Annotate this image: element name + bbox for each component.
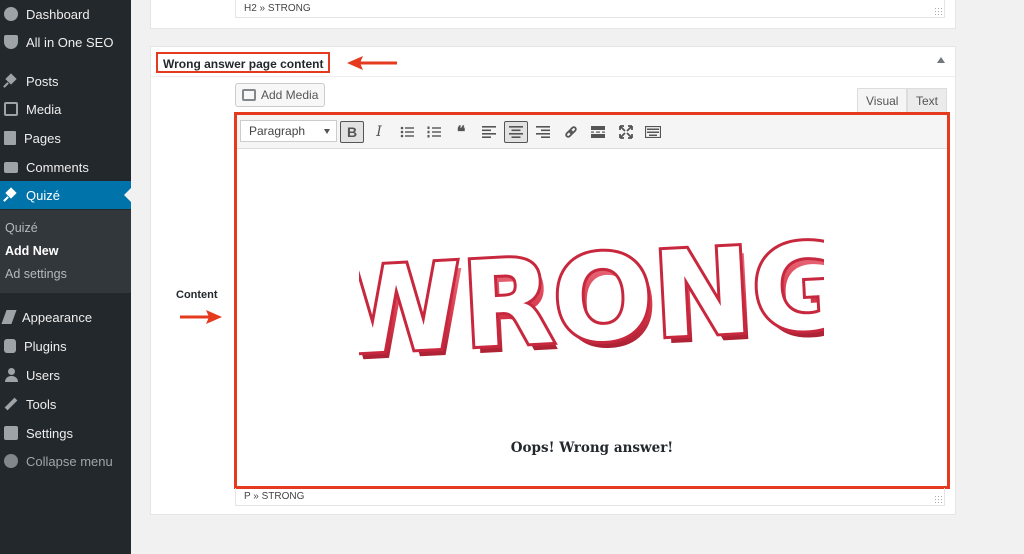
menu-all-in-one-seo[interactable]: All in One SEO [0, 28, 131, 56]
insert-link-button[interactable] [559, 121, 583, 143]
caption-text: Oops! Wrong answer! [510, 440, 674, 456]
tab-visual[interactable]: Visual [857, 88, 908, 112]
editor-content-area[interactable]: WRONG WRONG Oops! Wrong answer! [237, 150, 947, 486]
content-field-label: Content [176, 289, 218, 301]
menu-appearance[interactable]: Appearance [0, 303, 131, 331]
resize-handle-icon[interactable] [934, 7, 942, 15]
format-select[interactable]: Paragraph [240, 120, 337, 142]
postbox-header[interactable]: Wrong answer page content [151, 47, 955, 77]
wrong-answer-postbox: Wrong answer page content Content Add Me… [150, 46, 956, 515]
editor-path-bar: P » STRONG [235, 488, 945, 506]
toggle-panel-icon[interactable] [937, 57, 945, 63]
numbered-list-icon [427, 126, 441, 138]
menu-dashboard[interactable]: Dashboard [0, 0, 131, 28]
annotation-arrow-left-icon [347, 56, 397, 70]
brush-icon [1, 310, 17, 324]
annotation-arrow-right-icon [180, 310, 222, 324]
submenu-quize[interactable]: Quizé [5, 221, 38, 235]
content-editor: Paragraph B I ❝ WRONG WRONG Oops! Wrong … [234, 112, 950, 489]
wrench-icon [4, 397, 18, 411]
bullet-list-button[interactable] [395, 121, 419, 143]
toolbar-toggle-icon [645, 126, 661, 138]
menu-label: Tools [26, 396, 57, 412]
element-path: P » STRONG [244, 491, 305, 502]
menu-quize[interactable]: Quizé [0, 181, 131, 209]
submenu-ad-settings[interactable]: Ad settings [5, 267, 67, 281]
media-icon [4, 102, 18, 116]
menu-settings[interactable]: Settings [0, 419, 131, 447]
editor-path-bar: H2 » STRONG [235, 0, 945, 18]
menu-comments[interactable]: Comments [0, 153, 131, 181]
chevron-down-icon [324, 129, 330, 134]
fullscreen-icon [619, 125, 633, 139]
menu-tools[interactable]: Tools [0, 390, 131, 418]
tab-text[interactable]: Text [907, 88, 948, 112]
menu-label: Appearance [22, 309, 93, 325]
menu-label: All in One SEO [26, 34, 114, 50]
previous-editor-panel: H2 » STRONG [150, 0, 956, 29]
submenu-add-new[interactable]: Add New [5, 244, 58, 258]
align-center-icon [509, 126, 523, 138]
editor-toolbar: Paragraph B I ❝ [237, 115, 947, 149]
menu-label: Media [26, 101, 62, 117]
add-media-button[interactable]: Add Media [235, 83, 325, 107]
admin-sidebar: Dashboard All in One SEO Posts Media Pag… [0, 0, 131, 554]
align-left-button[interactable] [477, 121, 501, 143]
menu-media[interactable]: Media [0, 95, 131, 123]
menu-label: Users [26, 367, 60, 383]
resize-handle-icon[interactable] [934, 495, 942, 503]
menu-posts[interactable]: Posts [0, 67, 131, 95]
user-icon [4, 368, 18, 382]
wrong-image: WRONG WRONG [359, 168, 824, 423]
comment-icon [4, 161, 18, 173]
collapse-menu-button[interactable]: Collapse menu [0, 447, 131, 475]
collapse-icon [4, 454, 18, 468]
pin-icon [4, 188, 18, 202]
dashboard-icon [4, 7, 18, 21]
bold-icon: B [346, 124, 358, 140]
align-right-icon [536, 126, 550, 138]
menu-label: Dashboard [26, 6, 90, 22]
postbox-title: Wrong answer page content [156, 52, 331, 73]
menu-label: Settings [26, 425, 73, 441]
menu-pages[interactable]: Pages [0, 124, 131, 152]
read-more-button[interactable] [586, 121, 610, 143]
link-icon [565, 126, 577, 138]
pin-icon [4, 74, 18, 88]
plug-icon [4, 339, 16, 353]
fullscreen-button[interactable] [614, 121, 638, 143]
blockquote-icon: ❝ [456, 124, 466, 141]
format-select-value: Paragraph [249, 124, 306, 138]
bold-button[interactable]: B [340, 121, 364, 143]
wrong-word: WRONG [359, 217, 824, 382]
menu-plugins[interactable]: Plugins [0, 332, 131, 360]
element-path: H2 » STRONG [244, 3, 311, 14]
italic-icon: I [376, 124, 382, 140]
menu-label: Pages [24, 130, 61, 146]
align-left-icon [482, 126, 496, 138]
menu-label: Plugins [24, 338, 67, 354]
menu-users[interactable]: Users [0, 361, 131, 389]
align-right-button[interactable] [531, 121, 555, 143]
toolbar-toggle-button[interactable] [641, 121, 665, 143]
blockquote-button[interactable]: ❝ [449, 121, 473, 143]
align-center-button[interactable] [504, 121, 528, 143]
add-media-icon [242, 89, 256, 101]
collapse-label: Collapse menu [26, 453, 113, 469]
shield-icon [4, 35, 18, 49]
add-media-label: Add Media [261, 88, 319, 102]
menu-label: Posts [26, 73, 59, 89]
numbered-list-button[interactable] [422, 121, 446, 143]
bullet-list-icon [400, 126, 414, 138]
menu-label: Quizé [26, 187, 60, 203]
settings-icon [4, 426, 18, 440]
menu-label: Comments [26, 159, 89, 175]
pages-icon [4, 131, 16, 145]
italic-button[interactable]: I [367, 121, 391, 143]
read-more-icon [591, 126, 605, 138]
quize-submenu: Quizé Add New Ad settings [0, 210, 131, 293]
